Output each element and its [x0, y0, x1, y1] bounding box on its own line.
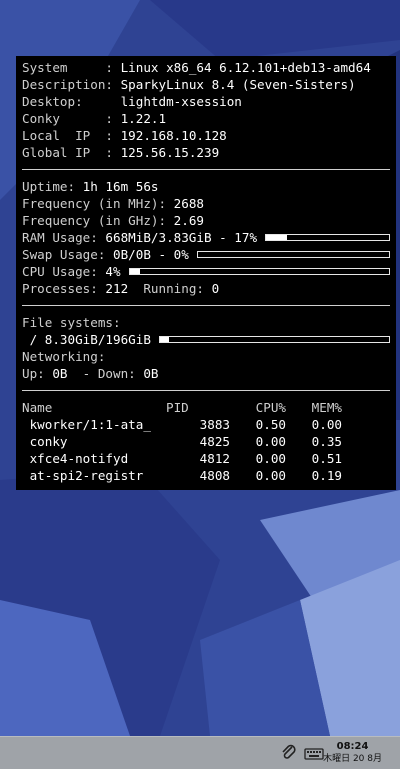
- root-fs-bar: [158, 336, 390, 343]
- conky-panel: System : Linux x86_64 6.12.101+deb13-amd…: [16, 56, 396, 490]
- process-mem: 0.19: [311, 468, 342, 483]
- process-pid: 4808: [199, 468, 230, 483]
- system-info-row: Conky : 1.22.1: [22, 110, 390, 127]
- divider: [22, 169, 390, 170]
- process-cpu: 0.00: [255, 451, 286, 466]
- process-pid: 4812: [199, 451, 230, 466]
- clock[interactable]: 08:24 木曜日 20 8月: [323, 741, 382, 765]
- process-row: xfce4-notifyd 4812 0.00 0.51: [22, 450, 390, 467]
- process-row: kworker/1:1-ata_ 3883 0.50 0.00: [22, 416, 390, 433]
- system-info-value: 1.22.1: [120, 111, 167, 126]
- process-table: Name PID CPU% MEM% kworker/1:1-ata_ 3883 0…: [22, 399, 390, 484]
- process-cpu: 0.50: [255, 417, 286, 432]
- process-cpu: 0.00: [255, 468, 286, 483]
- cpu-row: CPU Usage: 4%: [22, 263, 390, 280]
- col-pid: PID: [166, 400, 189, 415]
- network-row: Up: 0B - Down: 0B: [22, 366, 159, 381]
- clock-time: 08:24: [336, 741, 369, 752]
- ram-row: RAM Usage: 668MiB/3.83GiB - 17%: [22, 229, 390, 246]
- ram-usage-bar: [265, 234, 390, 241]
- clock-date: 木曜日 20 8月: [323, 754, 382, 764]
- freq-mhz-row: Frequency (in MHz): 2688: [22, 196, 204, 211]
- system-info-value: SparkyLinux 8.4 (Seven-Sisters): [120, 77, 356, 92]
- system-info-value: Linux x86_64 6.12.101+deb13-amd64: [120, 60, 371, 75]
- uptime-row: Uptime: 1h 16m 56s: [22, 179, 159, 194]
- system-info-label: Description:: [22, 77, 121, 92]
- col-mem: MEM%: [311, 400, 342, 415]
- col-cpu: CPU%: [255, 400, 286, 415]
- swap-row: Swap Usage: 0B/0B - 0%: [22, 246, 390, 263]
- taskbar: 08:24 木曜日 20 8月: [0, 736, 400, 769]
- system-info-value: 125.56.15.239: [120, 145, 220, 160]
- divider: [22, 390, 390, 391]
- process-cpu: 0.00: [255, 434, 286, 449]
- system-info-value: lightdm-xsession: [120, 94, 242, 109]
- filesystems-heading: File systems:: [22, 315, 121, 330]
- system-info-row: System : Linux x86_64 6.12.101+deb13-amd…: [22, 59, 390, 76]
- cpu-usage-bar: [128, 268, 390, 275]
- system-info-row: Global IP : 125.56.15.239: [22, 144, 390, 161]
- swap-usage-bar: [196, 251, 390, 258]
- process-row: at-spi2-registr 4808 0.00 0.19: [22, 467, 390, 484]
- process-mem: 0.35: [311, 434, 342, 449]
- process-name: kworker/1:1-ata_: [22, 417, 151, 432]
- system-info-row: Description: SparkyLinux 8.4 (Seven-Sist…: [22, 76, 390, 93]
- process-name: conky: [22, 434, 68, 449]
- processes-row: Processes: 212 Running: 0: [22, 281, 220, 296]
- system-info-row: Desktop: lightdm-xsession: [22, 93, 390, 110]
- system-info-label: Local IP :: [22, 128, 121, 143]
- networking-heading: Networking:: [22, 349, 106, 364]
- process-pid: 3883: [199, 417, 230, 432]
- system-info-label: Conky :: [22, 111, 121, 126]
- system-info: System : Linux x86_64 6.12.101+deb13-amd…: [22, 59, 390, 161]
- col-name: Name: [22, 400, 53, 415]
- freq-ghz-row: Frequency (in GHz): 2.69: [22, 213, 204, 228]
- paperclip-icon[interactable]: [280, 743, 298, 767]
- system-info-row: Local IP : 192.168.10.128: [22, 127, 390, 144]
- process-name: at-spi2-registr: [22, 468, 144, 483]
- process-mem: 0.51: [311, 451, 342, 466]
- system-info-value: 192.168.10.128: [120, 128, 227, 143]
- system-info-label: System :: [22, 60, 121, 75]
- system-info-label: Desktop:: [22, 94, 121, 109]
- process-mem: 0.00: [311, 417, 342, 432]
- process-pid: 4825: [199, 434, 230, 449]
- keyboard-icon[interactable]: [304, 746, 324, 765]
- process-name: xfce4-notifyd: [22, 451, 129, 466]
- divider: [22, 305, 390, 306]
- process-row: conky 4825 0.00 0.35: [22, 433, 390, 450]
- root-fs-row: / 8.30GiB/196GiB: [22, 331, 390, 348]
- system-info-label: Global IP :: [22, 145, 121, 160]
- process-table-header: Name PID CPU% MEM%: [22, 399, 390, 416]
